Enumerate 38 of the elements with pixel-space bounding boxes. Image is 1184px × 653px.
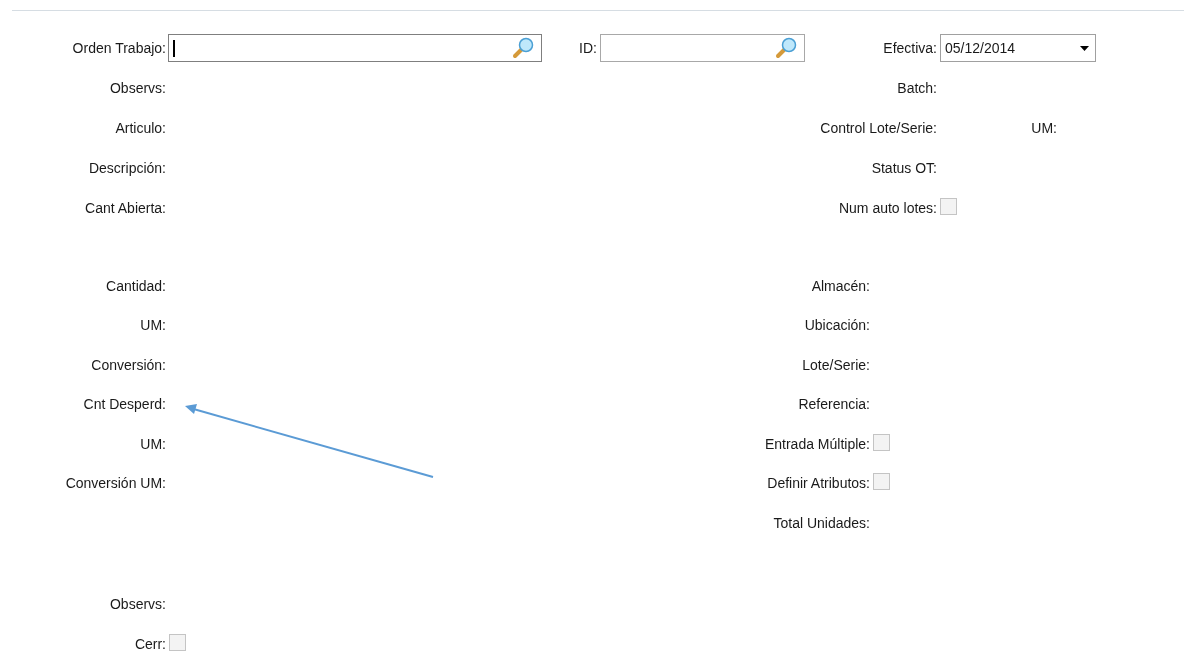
- field-label: Efectiva:: [883, 40, 937, 56]
- field-label: Orden Trabajo:: [72, 40, 166, 56]
- date-dropdown[interactable]: 05/12/2014: [940, 34, 1096, 62]
- field-label: Conversión:: [91, 356, 166, 373]
- field-label: Almacén:: [811, 277, 870, 294]
- search-icon[interactable]: [774, 37, 798, 59]
- field-label: Descripción:: [88, 160, 166, 176]
- field-label: Status OT:: [871, 160, 937, 176]
- field-label: Cnt Desperd:: [83, 396, 166, 413]
- field-label: Batch:: [897, 80, 937, 96]
- checkbox[interactable]: [169, 633, 186, 651]
- field-label: Cant Abierta:: [85, 200, 166, 216]
- field-label: Articulo:: [115, 120, 166, 136]
- lookup-field[interactable]: [600, 34, 805, 62]
- field-label: Lote/Serie:: [802, 356, 870, 373]
- field-label: Cantidad:: [106, 277, 166, 294]
- field-label: Ubicación:: [804, 317, 870, 334]
- lookup-field[interactable]: [168, 34, 542, 62]
- field-label: UM:: [140, 317, 166, 334]
- text-cursor: [173, 39, 175, 57]
- search-icon[interactable]: [511, 37, 535, 59]
- field-label: Observs:: [110, 80, 166, 96]
- field-label: Entrada Múltiple:: [764, 435, 870, 452]
- field-label: ID:: [579, 40, 597, 56]
- checkbox[interactable]: [873, 433, 890, 451]
- field-label: Referencia:: [798, 396, 870, 413]
- field-label: Total Unidades:: [773, 514, 870, 531]
- field-label: Control Lote/Serie:: [820, 120, 937, 136]
- field-label: UM:: [1030, 120, 1057, 136]
- field-label: Definir Atributos:: [767, 475, 870, 492]
- field-label: Cerr:: [134, 635, 166, 652]
- caret-icon: [1080, 45, 1089, 51]
- field-label: Conversión UM:: [65, 475, 166, 492]
- field-label: Observs:: [110, 595, 166, 612]
- field-label: Num auto lotes:: [838, 200, 937, 216]
- field-label: UM:: [140, 435, 166, 452]
- checkbox[interactable]: [940, 198, 957, 215]
- checkbox[interactable]: [873, 473, 890, 491]
